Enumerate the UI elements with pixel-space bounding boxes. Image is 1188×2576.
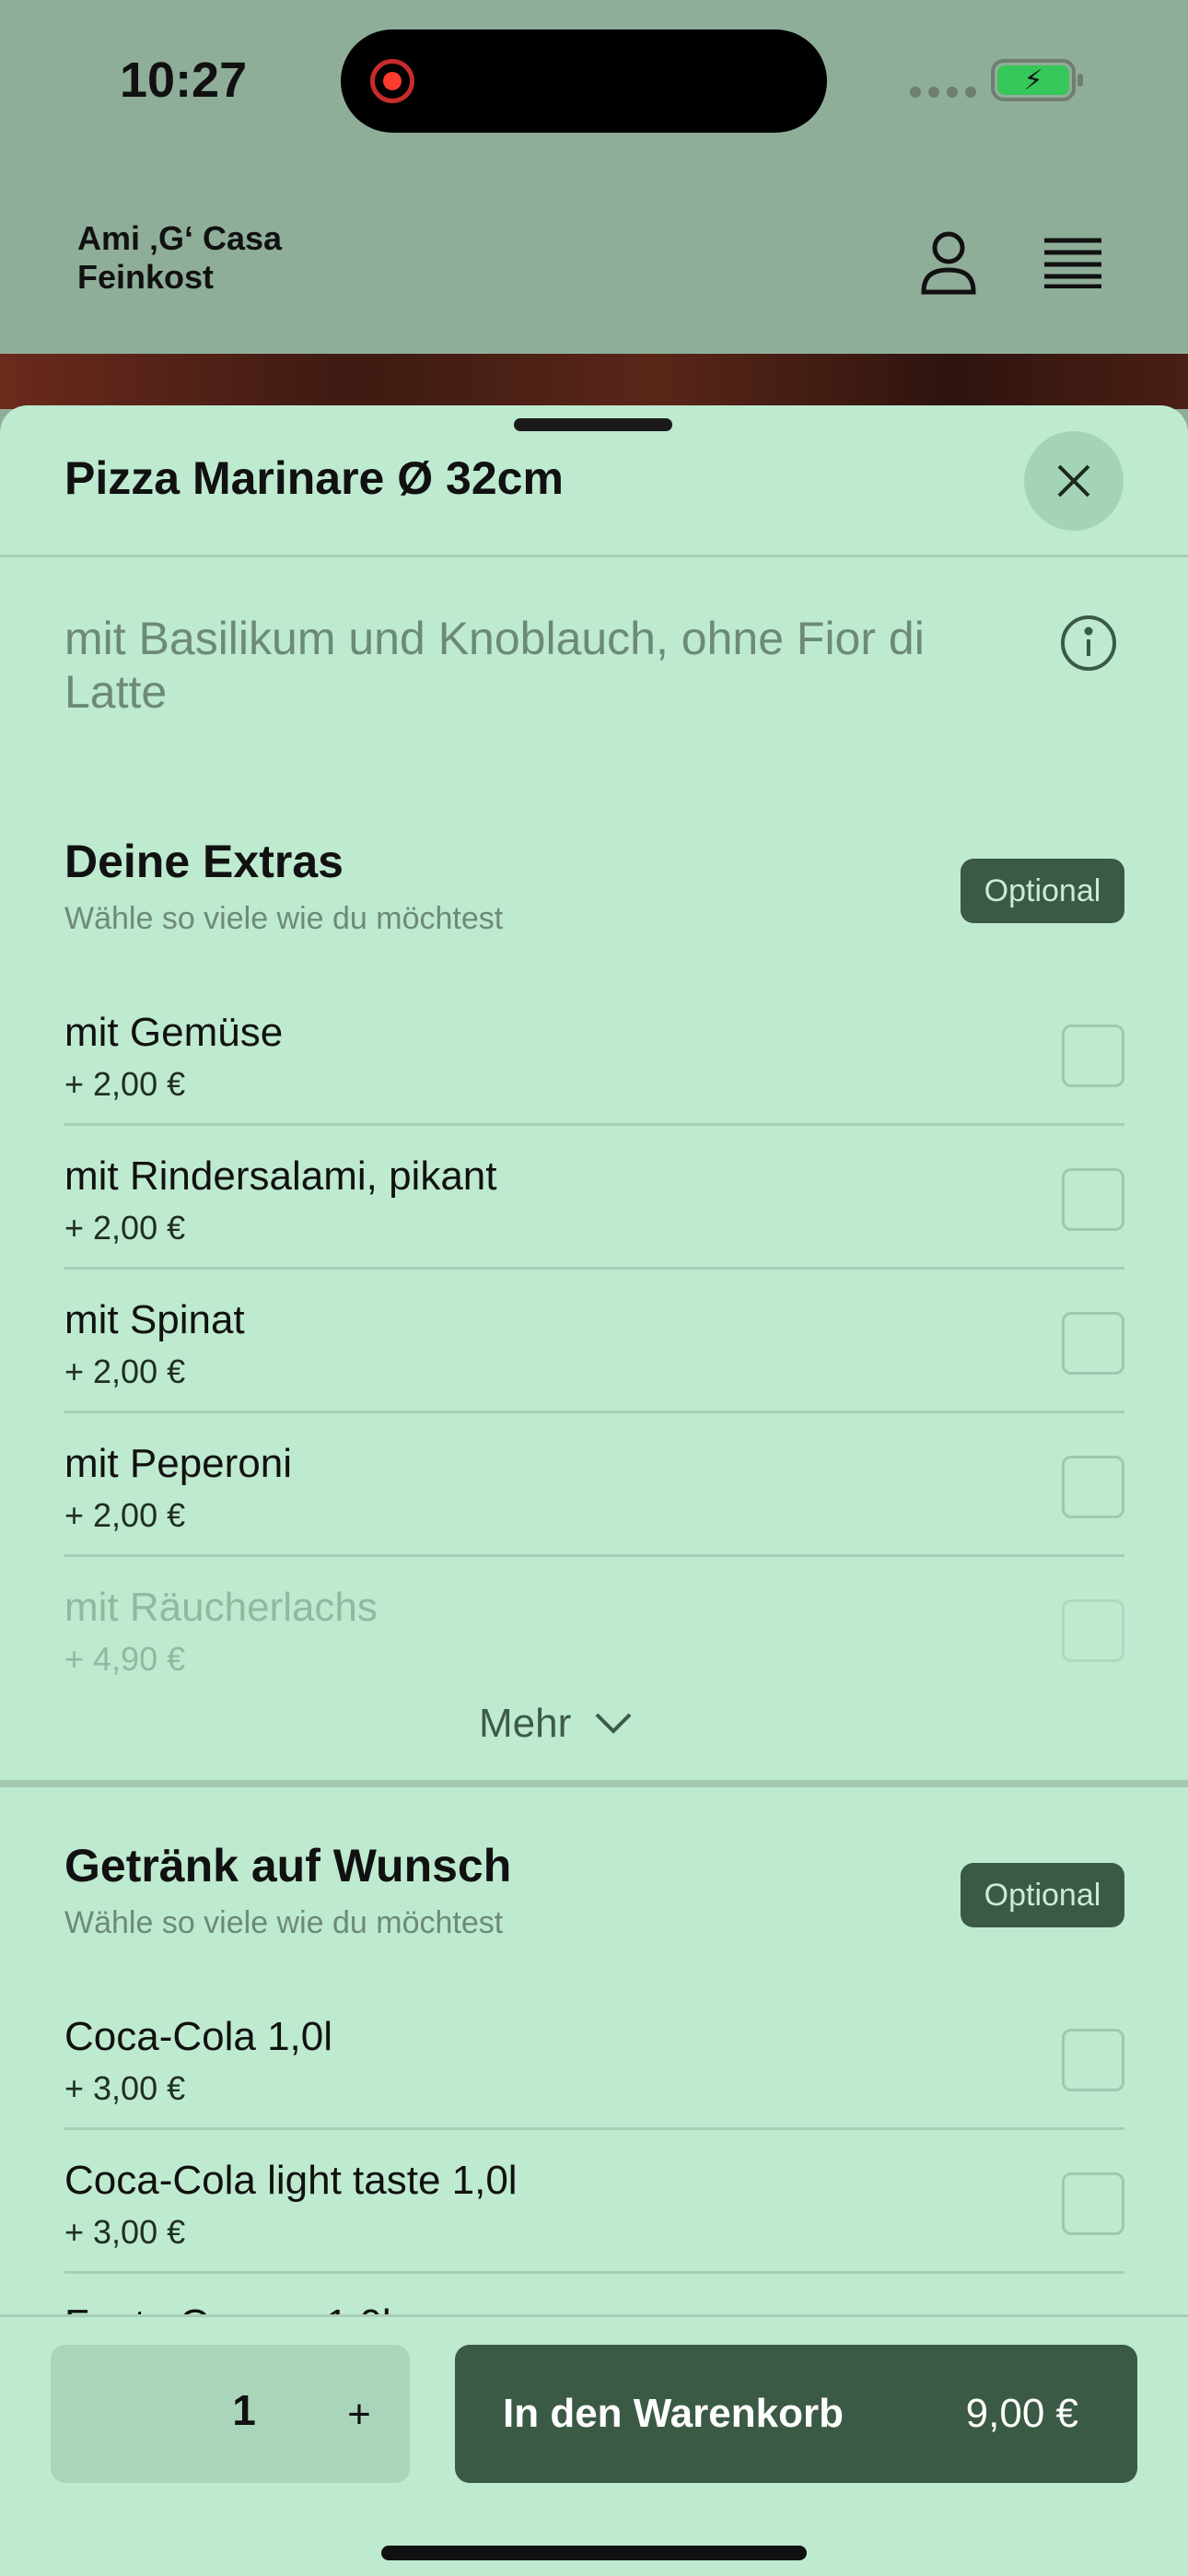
option-checkbox[interactable] <box>1062 1168 1124 1231</box>
recording-indicator-icon <box>370 59 414 103</box>
close-icon <box>1057 464 1090 498</box>
hero-image <box>0 354 1188 409</box>
option-name: Coca-Cola light taste 1,0l <box>64 2158 518 2203</box>
extra-option[interactable]: mit Rindersalami, pikant + 2,00 € <box>64 1126 1124 1270</box>
quantity-stepper[interactable]: 1 + <box>51 2345 410 2483</box>
product-title: Pizza Marinare Ø 32cm <box>64 452 564 504</box>
option-price: + 3,00 € <box>64 2213 186 2251</box>
option-checkbox[interactable] <box>1062 1025 1124 1087</box>
option-price: + 2,00 € <box>64 1065 186 1103</box>
option-name: mit Peperoni <box>64 1441 293 1486</box>
section-separator <box>0 1780 1188 1787</box>
info-icon[interactable] <box>1059 614 1118 673</box>
extra-option[interactable]: mit Räucherlachs + 4,90 € <box>64 1557 1124 1701</box>
extras-title: Deine Extras <box>64 836 344 887</box>
chevron-down-icon <box>595 1713 632 1734</box>
drink-option[interactable]: Coca-Cola light taste 1,0l + 3,00 € <box>64 2130 1124 2274</box>
extra-option[interactable]: mit Peperoni + 2,00 € <box>64 1413 1124 1557</box>
close-button[interactable] <box>1024 431 1124 531</box>
plus-button[interactable]: + <box>322 2378 396 2452</box>
option-name: mit Spinat <box>64 1297 245 1342</box>
cart-total-price: 9,00 € <box>965 2391 1078 2436</box>
option-checkbox[interactable] <box>1062 1599 1124 1662</box>
option-price: + 3,00 € <box>64 2069 186 2107</box>
sheet-grabber[interactable] <box>514 418 672 431</box>
option-price: + 2,00 € <box>64 1352 186 1390</box>
hamburger-menu-icon[interactable] <box>1031 221 1114 304</box>
extra-option[interactable]: mit Spinat + 2,00 € <box>64 1270 1124 1413</box>
brand-name[interactable]: Ami ‚G‘ Casa Feinkost <box>77 219 372 297</box>
extras-optional-badge: Optional <box>961 859 1124 923</box>
option-checkbox[interactable] <box>1062 1456 1124 1518</box>
product-description: mit Basilikum und Knoblauch, ohne Fior d… <box>64 613 925 718</box>
more-label: Mehr <box>479 1701 572 1746</box>
battery-charging-icon: ⚡ <box>991 59 1083 101</box>
drink-option[interactable]: Coca-Cola 1,0l + 3,00 € <box>64 1986 1124 2130</box>
add-to-cart-button[interactable]: In den Warenkorb 9,00 € <box>455 2345 1137 2483</box>
more-button[interactable]: Mehr <box>479 1692 632 1756</box>
drinks-subtitle: Wähle so viele wie du möchtest <box>64 1905 504 1940</box>
option-name: mit Rindersalami, pikant <box>64 1153 497 1199</box>
dynamic-island <box>341 29 827 133</box>
option-name: mit Gemüse <box>64 1010 284 1055</box>
extra-option[interactable]: mit Gemüse + 2,00 € <box>64 982 1124 1126</box>
app-header: Ami ‚G‘ Casa Feinkost <box>0 166 1188 354</box>
option-checkbox[interactable] <box>1062 2172 1124 2235</box>
option-name: mit Räucherlachs <box>64 1585 378 1630</box>
status-bar: 10:27 ⚡ <box>0 0 1188 166</box>
drinks-title: Getränk auf Wunsch <box>64 1840 512 1891</box>
extras-subtitle: Wähle so viele wie du möchtest <box>64 901 504 936</box>
option-name: Coca-Cola 1,0l <box>64 2014 333 2059</box>
option-checkbox[interactable] <box>1062 2029 1124 2091</box>
user-icon[interactable] <box>907 221 990 304</box>
product-sheet: Pizza Marinare Ø 32cm mit Basilikum und … <box>0 405 1188 2576</box>
option-price: + 4,90 € <box>64 1640 186 1678</box>
cart-footer: 1 + In den Warenkorb 9,00 € <box>0 2314 1188 2576</box>
drinks-optional-badge: Optional <box>961 1863 1124 1927</box>
option-price: + 2,00 € <box>64 1209 186 1247</box>
status-time: 10:27 <box>120 53 248 108</box>
quantity-value: 1 <box>232 2386 256 2434</box>
home-indicator[interactable] <box>381 2546 807 2560</box>
option-price: + 2,00 € <box>64 1496 186 1534</box>
option-checkbox[interactable] <box>1062 1312 1124 1375</box>
divider <box>0 555 1188 557</box>
add-to-cart-label: In den Warenkorb <box>503 2391 844 2436</box>
signal-icon <box>910 87 976 98</box>
